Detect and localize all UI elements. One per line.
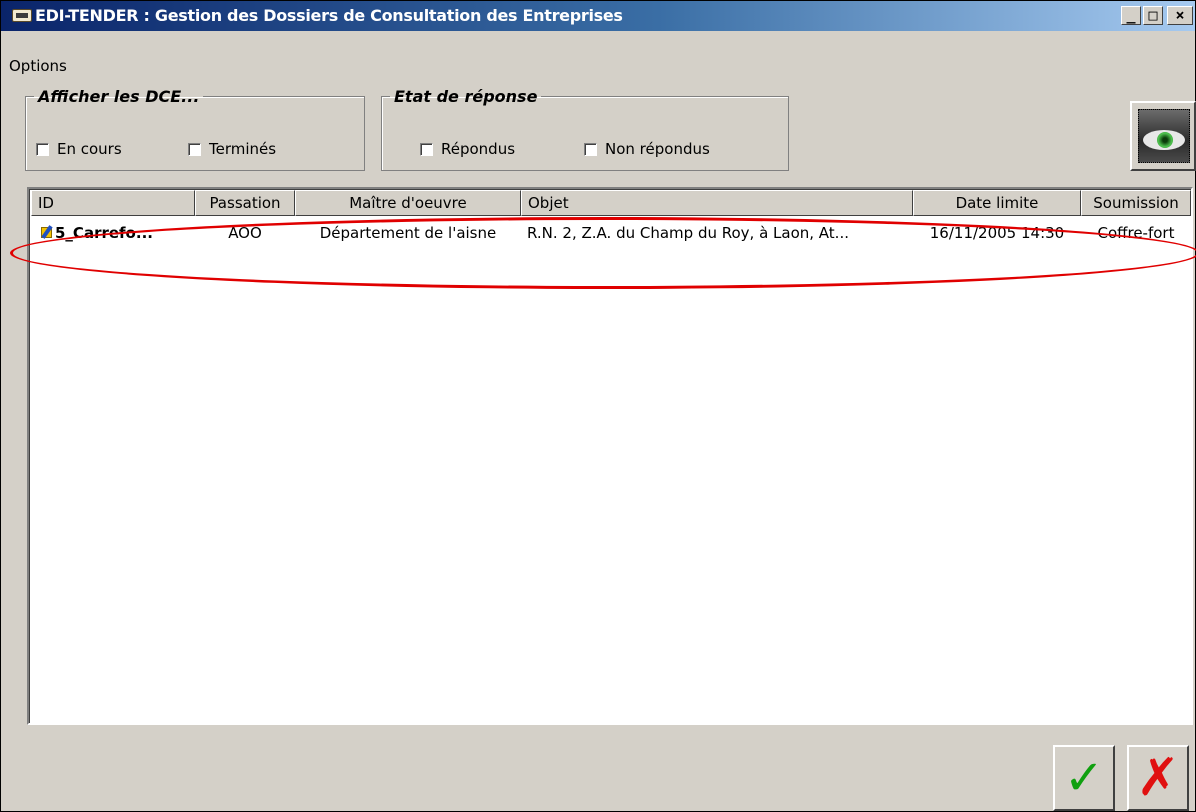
afficher-group: Afficher les DCE... En cours Terminés (25, 87, 365, 171)
column-header-soumission[interactable]: Soumission (1081, 190, 1191, 216)
column-header-id[interactable]: ID (31, 190, 195, 216)
main-window: EDI-TENDER : Gestion des Dossiers de Con… (0, 0, 1196, 812)
en-cours-label: En cours (57, 140, 122, 158)
table-row[interactable]: 5_Carrefo... AOO Département de l'aisne … (31, 222, 1191, 244)
ok-button[interactable]: ✓ (1053, 745, 1115, 811)
eye-icon (1138, 109, 1190, 163)
afficher-legend: Afficher les DCE... (38, 87, 200, 106)
column-header-maitre-oeuvre[interactable]: Maître d'oeuvre (295, 190, 521, 216)
column-header-objet[interactable]: Objet (521, 190, 913, 216)
menu-options[interactable]: Options (9, 57, 67, 75)
termines-label: Terminés (209, 140, 277, 158)
cell-passation: AOO (228, 224, 262, 242)
termines-checkbox[interactable] (188, 142, 201, 156)
repondus-label: Répondus (441, 140, 516, 158)
checkbox-termines[interactable]: Terminés (188, 140, 276, 158)
etat-legend: Etat de réponse (394, 87, 538, 106)
cell-objet: R.N. 2, Z.A. du Champ du Roy, à Laon, At… (527, 224, 849, 242)
list-header: ID Passation Maître d'oeuvre Objet Date … (31, 190, 1191, 216)
cell-id: 5_Carrefo... (55, 224, 153, 242)
title-bar[interactable]: EDI-TENDER : Gestion des Dossiers de Con… (1, 1, 1195, 31)
checkbox-en-cours[interactable]: En cours (36, 140, 122, 158)
close-button[interactable]: × (1167, 6, 1193, 25)
window-title: EDI-TENDER : Gestion des Dossiers de Con… (35, 6, 623, 25)
cell-date-limite: 16/11/2005 14:30 (929, 224, 1065, 242)
non-repondus-checkbox[interactable] (584, 142, 597, 156)
column-header-passation[interactable]: Passation (195, 190, 295, 216)
en-cours-checkbox[interactable] (36, 142, 49, 156)
dce-list[interactable]: ID Passation Maître d'oeuvre Objet Date … (27, 187, 1193, 725)
etat-group: Etat de réponse Répondus Non répondus (381, 87, 789, 171)
checkbox-repondus[interactable]: Répondus (420, 140, 515, 158)
checkbox-non-repondus[interactable]: Non répondus (584, 140, 710, 158)
maximize-button[interactable]: □ (1143, 6, 1163, 25)
cancel-button[interactable]: ✗ (1127, 745, 1189, 811)
cross-icon: ✗ (1136, 748, 1180, 808)
repondus-checkbox[interactable] (420, 142, 433, 156)
pencil-folder-icon (41, 225, 55, 239)
card-icon[interactable] (12, 9, 32, 22)
view-button[interactable] (1130, 101, 1196, 171)
minimize-button[interactable]: _ (1121, 6, 1141, 25)
cell-maitre-oeuvre: Département de l'aisne (319, 224, 497, 242)
column-header-date-limite[interactable]: Date limite (913, 190, 1081, 216)
non-repondus-label: Non répondus (605, 140, 710, 158)
checkmark-icon: ✓ (1063, 750, 1105, 806)
cell-soumission: Coffre-fort (1097, 224, 1175, 242)
